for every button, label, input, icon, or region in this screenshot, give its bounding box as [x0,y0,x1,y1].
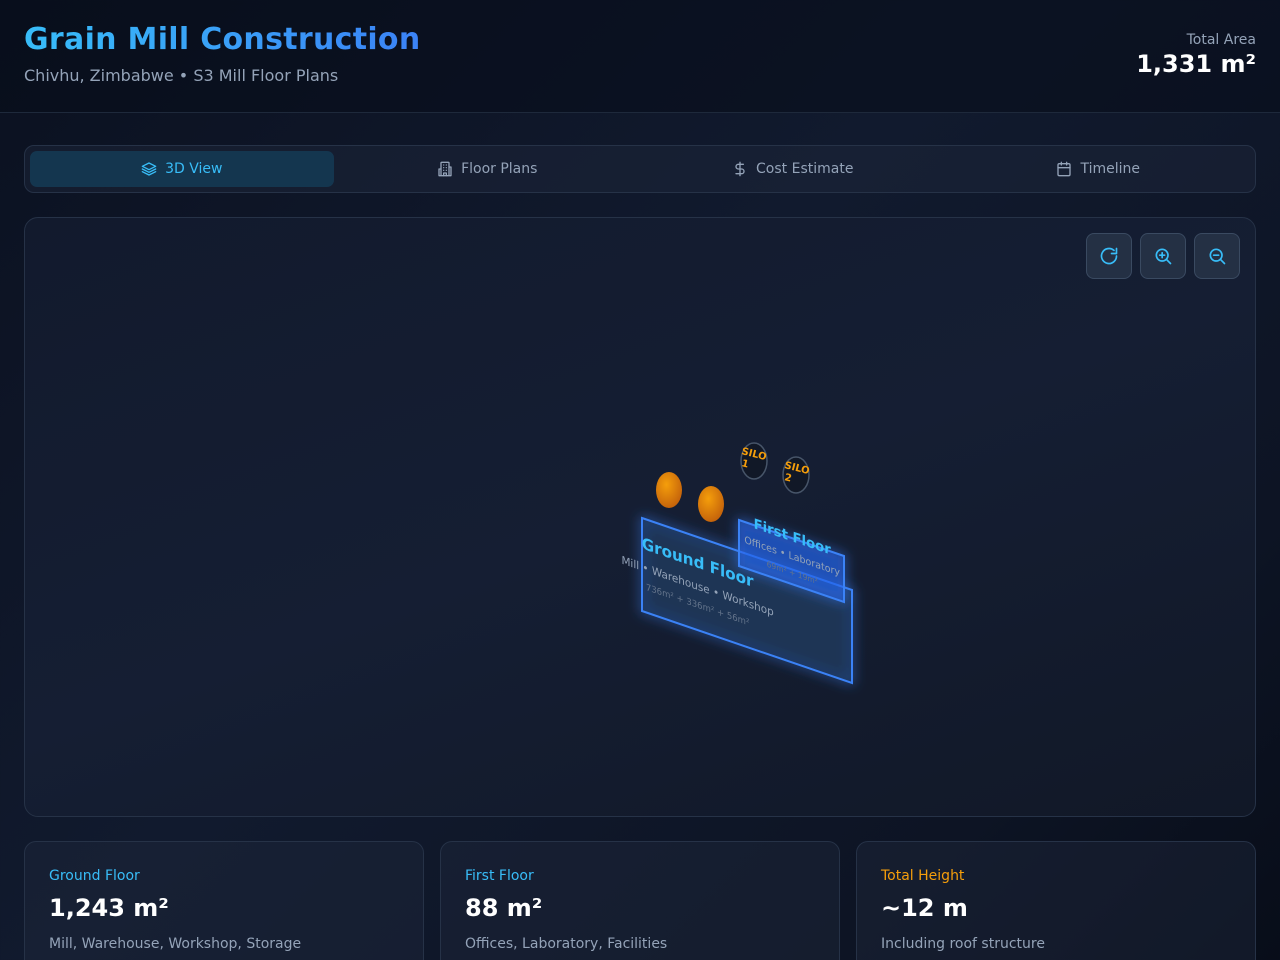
tab-label: Timeline [1080,161,1141,177]
tab-label: 3D View [165,161,223,177]
tab-3d-view[interactable]: 3D View [30,151,334,187]
card-description: Including roof structure [881,936,1045,952]
3d-viewer[interactable]: Ground Floor Mill • Warehouse • Workshop… [24,217,1256,817]
tab-label: Floor Plans [461,161,538,177]
layers-icon [141,162,157,176]
card-value: 1,243 m² [49,894,169,922]
tab-label: Cost Estimate [756,161,854,177]
building-3d-scene[interactable]: Ground Floor Mill • Warehouse • Workshop… [25,218,1256,817]
refresh-icon [1100,247,1118,265]
card-description: Offices, Laboratory, Facilities [465,936,668,952]
tab-cost-estimate[interactable]: Cost Estimate [641,151,945,187]
card-description: Mill, Warehouse, Workshop, Storage [49,936,302,952]
app-header: Grain Mill Construction Chivhu, Zimbabwe… [0,0,1280,113]
calendar-icon [1057,161,1072,177]
card-value: 88 m² [465,894,543,922]
building-icon [438,161,452,177]
view-tabs: 3D View Floor Plans Cost Estimate Timeli… [24,145,1256,193]
rotate-button[interactable] [1086,233,1132,279]
silo-2[interactable]: SILO 2 [782,456,811,494]
ground-floor-card: Ground Floor 1,243 m² Mill, Warehouse, W… [24,841,424,960]
first-floor-card: First Floor 88 m² Offices, Laboratory, F… [440,841,840,960]
zoom-in-icon [1155,248,1172,265]
total-area-value: 1,331 m² [1136,50,1256,78]
card-label: First Floor [465,868,534,884]
tab-timeline[interactable]: Timeline [947,151,1251,187]
page-title: Grain Mill Construction [24,22,421,57]
zoom-out-button[interactable] [1194,233,1240,279]
card-label: Total Height [881,868,965,884]
total-height-card: Total Height ~12 m Including roof struct… [856,841,1256,960]
total-area-label: Total Area [1186,32,1256,48]
silo-1[interactable]: SILO 1 [740,442,768,480]
tab-floor-plans[interactable]: Floor Plans [336,151,640,187]
page-subtitle: Chivhu, Zimbabwe • S3 Mill Floor Plans [24,66,339,85]
zoom-in-button[interactable] [1140,233,1186,279]
card-label: Ground Floor [49,868,140,884]
card-value: ~12 m [881,894,968,922]
dollar-icon [735,161,745,177]
storage-bin-1[interactable] [656,472,682,508]
zoom-out-icon [1209,248,1226,265]
storage-bin-2[interactable] [698,486,724,522]
